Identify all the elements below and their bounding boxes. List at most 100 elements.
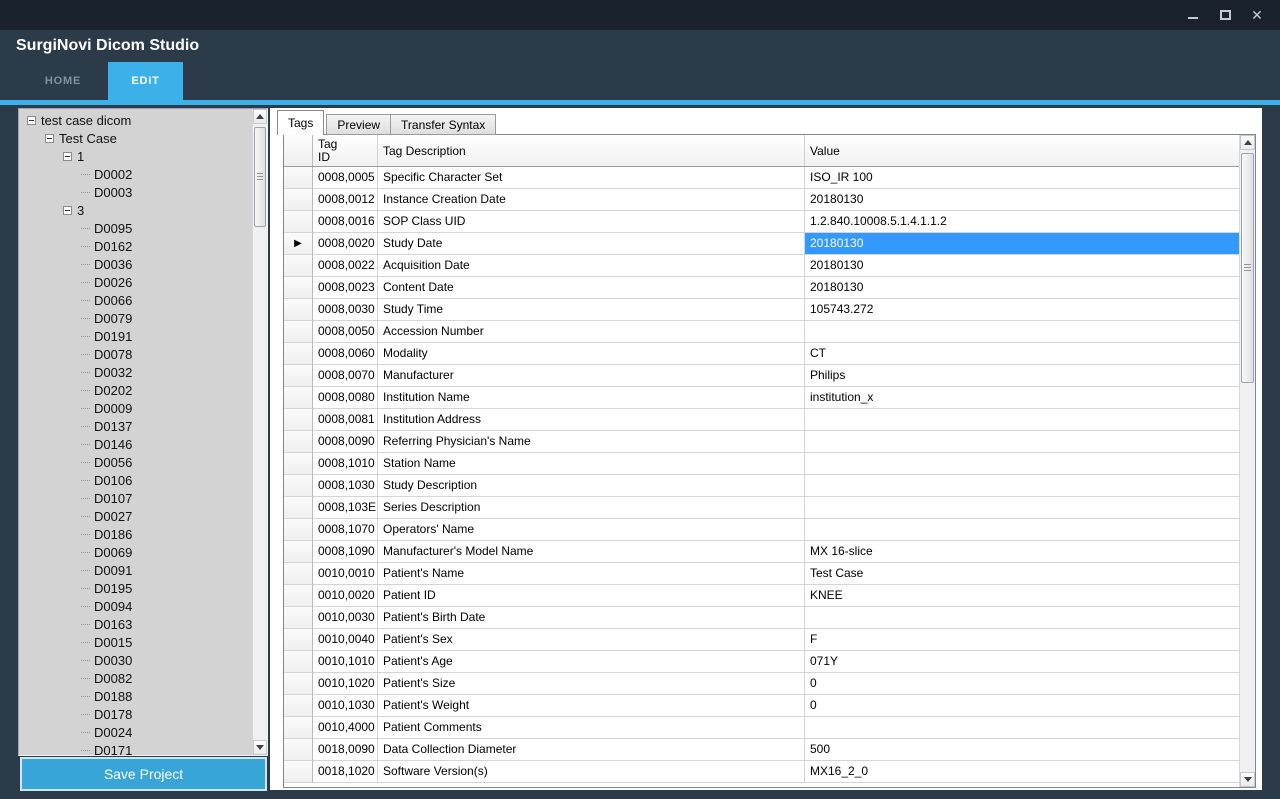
table-row[interactable]: 0008,0070ManufacturerPhilips <box>284 365 1239 387</box>
tree-item[interactable]: D0137 <box>19 417 252 435</box>
tag-description-cell[interactable]: Manufacturer <box>378 365 805 387</box>
tag-id-cell[interactable]: 0018,0090 <box>313 739 378 761</box>
row-header-cell[interactable] <box>284 189 313 211</box>
tag-description-cell[interactable]: Modality <box>378 343 805 365</box>
save-project-button[interactable]: Save Project <box>20 757 267 791</box>
tag-description-cell[interactable]: Instance Creation Date <box>378 189 805 211</box>
table-row[interactable]: ▶0008,0020Study Date20180130 <box>284 233 1239 255</box>
tag-value-cell[interactable] <box>805 519 1239 541</box>
row-header-cell[interactable] <box>284 255 313 277</box>
tab-edit[interactable]: EDIT <box>108 62 183 100</box>
scroll-up-icon[interactable] <box>253 109 267 124</box>
tag-value-cell[interactable] <box>805 607 1239 629</box>
row-header-cell[interactable] <box>284 651 313 673</box>
tag-description-cell[interactable]: Patient's Name <box>378 563 805 585</box>
tag-id-cell[interactable]: 0008,1090 <box>313 541 378 563</box>
table-row[interactable]: 0008,1010Station Name <box>284 453 1239 475</box>
tag-description-cell[interactable]: Patient's Size <box>378 673 805 695</box>
tag-value-cell[interactable]: F <box>805 629 1239 651</box>
tag-description-cell[interactable]: Patient's Weight <box>378 695 805 717</box>
tag-value-cell[interactable]: Test Case <box>805 563 1239 585</box>
row-header-cell[interactable] <box>284 541 313 563</box>
row-header-cell[interactable] <box>284 563 313 585</box>
tag-value-cell[interactable]: KNEE <box>805 585 1239 607</box>
table-row[interactable]: 0008,0060ModalityCT <box>284 343 1239 365</box>
tag-description-cell[interactable]: Acquisition Date <box>378 255 805 277</box>
table-row[interactable]: 0008,0050Accession Number <box>284 321 1239 343</box>
tag-value-cell[interactable] <box>805 717 1239 739</box>
tag-description-cell[interactable]: Operators' Name <box>378 519 805 541</box>
tree-item[interactable]: D0009 <box>19 399 252 417</box>
row-header-cell[interactable] <box>284 211 313 233</box>
tag-id-cell[interactable]: 0008,0081 <box>313 409 378 431</box>
tag-description-cell[interactable]: Station Name <box>378 453 805 475</box>
tag-value-cell[interactable] <box>805 431 1239 453</box>
tag-id-cell[interactable]: 0008,0030 <box>313 299 378 321</box>
table-row[interactable]: 0008,0030Study Time105743.272 <box>284 299 1239 321</box>
tree-item[interactable]: 3 <box>19 201 252 219</box>
tag-id-cell[interactable]: 0018,1020 <box>313 761 378 783</box>
column-header-description[interactable]: Tag Description <box>378 135 805 166</box>
tag-value-cell[interactable]: 500 <box>805 739 1239 761</box>
tag-value-cell[interactable]: 0 <box>805 673 1239 695</box>
tag-description-cell[interactable]: Patient Comments <box>378 717 805 739</box>
tree-item[interactable]: D0191 <box>19 327 252 345</box>
tag-id-cell[interactable]: 0008,0090 <box>313 431 378 453</box>
tag-id-cell[interactable]: 0008,0020 <box>313 233 378 255</box>
tree-item[interactable]: D0146 <box>19 435 252 453</box>
tag-id-cell[interactable]: 0008,0070 <box>313 365 378 387</box>
tab-tags[interactable]: Tags <box>277 110 324 135</box>
tree-collapse-icon[interactable] <box>63 206 72 215</box>
column-header-value[interactable]: Value <box>805 135 1239 166</box>
tag-value-cell[interactable]: ISO_IR 100 <box>805 167 1239 189</box>
tree-collapse-icon[interactable] <box>27 116 36 125</box>
tag-description-cell[interactable]: Data Collection Diameter <box>378 739 805 761</box>
table-row[interactable]: 0010,0010Patient's NameTest Case <box>284 563 1239 585</box>
tag-value-cell[interactable] <box>805 409 1239 431</box>
minimize-icon[interactable] <box>1182 6 1204 24</box>
table-row[interactable]: 0008,0012Instance Creation Date20180130 <box>284 189 1239 211</box>
tag-id-cell[interactable]: 0008,0016 <box>313 211 378 233</box>
tag-id-cell[interactable]: 0010,1010 <box>313 651 378 673</box>
tag-id-cell[interactable]: 0010,1030 <box>313 695 378 717</box>
table-row[interactable]: 0008,0023Content Date20180130 <box>284 277 1239 299</box>
tree-scrollbar-thumb[interactable] <box>254 127 266 227</box>
tree-item[interactable]: D0069 <box>19 543 252 561</box>
tag-value-cell[interactable]: 071Y <box>805 651 1239 673</box>
table-row[interactable]: 0008,1090Manufacturer's Model NameMX 16-… <box>284 541 1239 563</box>
tree-item[interactable]: D0106 <box>19 471 252 489</box>
table-row[interactable]: 0018,0090Data Collection Diameter500 <box>284 739 1239 761</box>
tree-item[interactable]: D0015 <box>19 633 252 651</box>
row-header-cell[interactable] <box>284 431 313 453</box>
tag-value-cell[interactable]: institution_x <box>805 387 1239 409</box>
tree-item[interactable]: D0026 <box>19 273 252 291</box>
tree-item[interactable]: D0027 <box>19 507 252 525</box>
tag-description-cell[interactable]: Patient's Age <box>378 651 805 673</box>
tag-id-cell[interactable]: 0008,0012 <box>313 189 378 211</box>
tag-value-cell[interactable]: 105743.272 <box>805 299 1239 321</box>
row-header-cell[interactable] <box>284 167 313 189</box>
row-header-cell[interactable] <box>284 695 313 717</box>
tab-home[interactable]: HOME <box>30 62 96 100</box>
table-row[interactable]: 0010,0030Patient's Birth Date <box>284 607 1239 629</box>
tree-collapse-icon[interactable] <box>63 152 72 161</box>
tag-value-cell[interactable] <box>805 453 1239 475</box>
tab-transfer-syntax[interactable]: Transfer Syntax <box>391 114 496 135</box>
tag-description-cell[interactable]: Software Version(s) <box>378 761 805 783</box>
tree-item[interactable]: test case dicom <box>19 111 252 129</box>
tag-description-cell[interactable]: Study Date <box>378 233 805 255</box>
tag-id-cell[interactable]: 0008,0060 <box>313 343 378 365</box>
tag-value-cell[interactable]: 0 <box>805 695 1239 717</box>
tree-item[interactable]: D0091 <box>19 561 252 579</box>
tag-id-cell[interactable]: 0008,103E <box>313 497 378 519</box>
tag-description-cell[interactable]: Study Description <box>378 475 805 497</box>
tree-item[interactable]: D0024 <box>19 723 252 741</box>
tag-value-cell[interactable]: MX 16-slice <box>805 541 1239 563</box>
tag-id-cell[interactable]: 0010,1020 <box>313 673 378 695</box>
tree-item[interactable]: Test Case <box>19 129 252 147</box>
tree-item[interactable]: D0162 <box>19 237 252 255</box>
tag-value-cell[interactable]: 20180130 <box>805 189 1239 211</box>
tag-id-cell[interactable]: 0008,0023 <box>313 277 378 299</box>
tree-item[interactable]: D0188 <box>19 687 252 705</box>
tag-description-cell[interactable]: Accession Number <box>378 321 805 343</box>
